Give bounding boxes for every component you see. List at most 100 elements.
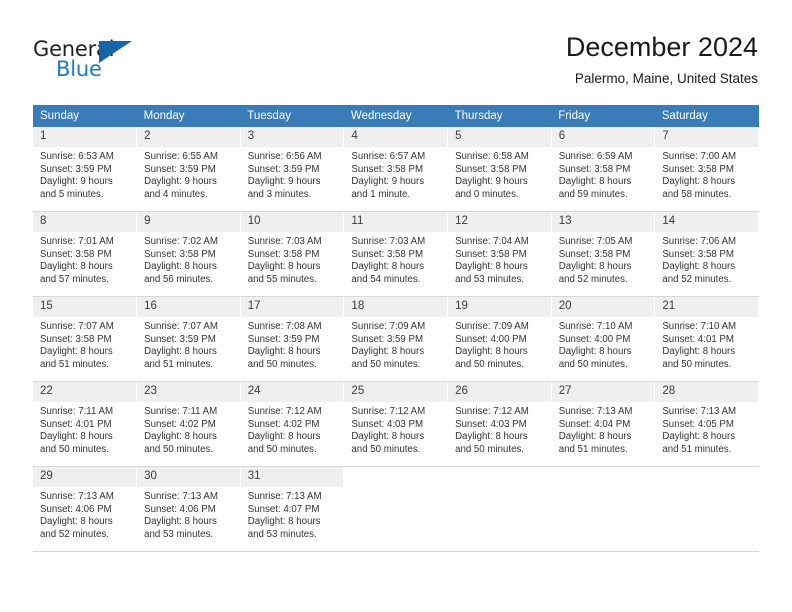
day-details: Sunrise: 6:57 AM Sunset: 3:58 PM Daylight:… — [344, 147, 447, 201]
day-number: 17 — [240, 297, 344, 317]
day-number: 7 — [655, 127, 758, 147]
day-cell[interactable]: 20 Sunrise: 7:10 AM Sunset: 4:00 PM Dayligh… — [551, 296, 656, 382]
daylight-text-line2: and 0 minutes. — [455, 188, 519, 200]
day-cell[interactable]: 6 Sunrise: 6:59 AM Sunset: 3:58 PM Daylight… — [551, 127, 656, 212]
sunset-text: Sunset: 3:58 PM — [455, 248, 527, 260]
title-block: December 2024 Palermo, Maine, United Sta… — [566, 30, 758, 89]
day-cell[interactable]: 14 Sunrise: 7:06 AM Sunset: 3:58 PM Dayligh… — [654, 211, 759, 297]
day-cell[interactable]: 9 Sunrise: 7:02 AM Sunset: 3:58 PM Daylight… — [136, 211, 241, 297]
daylight-text-line2: and 58 minutes. — [662, 188, 732, 200]
sunrise-text: Sunrise: 7:13 AM — [247, 491, 322, 502]
day-cell-empty — [551, 466, 656, 552]
daylight-text-line2: and 53 minutes. — [247, 528, 317, 540]
day-cell[interactable]: 7 Sunrise: 7:00 AM Sunset: 3:58 PM Daylight… — [654, 127, 759, 212]
day-number: 6 — [551, 127, 655, 147]
day-cell[interactable]: 2 Sunrise: 6:55 AM Sunset: 3:59 PM Daylight… — [136, 127, 241, 212]
day-number: 20 — [551, 297, 655, 317]
day-details: Sunrise: 6:59 AM Sunset: 3:58 PM Daylight:… — [552, 147, 655, 201]
sunset-text: Sunset: 3:58 PM — [40, 333, 112, 345]
day-number: 4 — [344, 127, 448, 147]
sunrise-text: Sunrise: 7:10 AM — [662, 321, 737, 332]
day-details: Sunrise: 7:13 AM Sunset: 4:07 PM Daylight:… — [241, 487, 344, 541]
sunrise-text: Sunrise: 6:59 AM — [558, 151, 633, 162]
day-cell[interactable]: 10 Sunrise: 7:03 AM Sunset: 3:58 PM Dayligh… — [240, 211, 345, 297]
day-cell[interactable]: 31 Sunrise: 7:13 AM Sunset: 4:07 PM Dayligh… — [240, 466, 345, 552]
sunset-text: Sunset: 4:01 PM — [662, 333, 734, 345]
daylight-text-line1: Daylight: 8 hours — [247, 346, 321, 358]
daylight-text-line2: and 53 minutes. — [455, 273, 524, 285]
day-cell[interactable]: 28 Sunrise: 7:13 AM Sunset: 4:05 PM Dayligh… — [654, 381, 759, 467]
day-cell[interactable]: 3 Sunrise: 6:56 AM Sunset: 3:59 PM Daylight… — [240, 127, 345, 212]
sunrise-text: Sunrise: 7:13 AM — [662, 406, 737, 417]
day-cell[interactable]: 19 Sunrise: 7:09 AM Sunset: 4:00 PM Dayligh… — [447, 296, 552, 382]
day-cell[interactable]: 21 Sunrise: 7:10 AM Sunset: 4:01 PM Dayligh… — [654, 296, 759, 382]
day-details: Sunrise: 7:09 AM Sunset: 3:59 PM Daylight:… — [344, 317, 447, 371]
day-cell-empty — [343, 466, 449, 552]
sunrise-text: Sunrise: 7:03 AM — [351, 236, 426, 247]
day-number: 15 — [33, 297, 137, 317]
day-details: Sunrise: 7:06 AM Sunset: 3:58 PM Daylight:… — [655, 232, 758, 286]
day-cell[interactable]: 15 Sunrise: 7:07 AM Sunset: 3:58 PM Dayligh… — [33, 296, 138, 382]
day-cell[interactable]: 11 Sunrise: 7:03 AM Sunset: 3:58 PM Dayligh… — [343, 211, 449, 297]
sunset-text: Sunset: 3:58 PM — [40, 248, 112, 260]
general-blue-logo[interactable]: General Blue — [33, 38, 153, 82]
day-cell[interactable]: 12 Sunrise: 7:04 AM Sunset: 3:58 PM Dayligh… — [447, 211, 552, 297]
day-cell[interactable]: 27 Sunrise: 7:13 AM Sunset: 4:04 PM Dayligh… — [551, 381, 656, 467]
daylight-text-line1: Daylight: 8 hours — [144, 346, 217, 358]
sunset-text: Sunset: 4:06 PM — [144, 503, 216, 515]
weekday-header-friday: Friday — [551, 105, 655, 127]
day-cell[interactable]: 4 Sunrise: 6:57 AM Sunset: 3:58 PM Daylight… — [343, 127, 449, 212]
sunrise-text: Sunrise: 6:55 AM — [144, 151, 218, 162]
calendar-week-row: 1 Sunrise: 6:53 AM Sunset: 3:59 PM Daylight… — [33, 127, 759, 212]
daylight-text-line2: and 56 minutes. — [144, 273, 214, 285]
sunrise-text: Sunrise: 6:58 AM — [455, 151, 529, 162]
day-details — [448, 487, 551, 491]
daylight-text-line2: and 1 minute. — [351, 188, 411, 200]
day-number: 27 — [551, 382, 655, 402]
day-cell[interactable]: 18 Sunrise: 7:09 AM Sunset: 3:59 PM Dayligh… — [343, 296, 449, 382]
day-number: 30 — [137, 467, 240, 487]
daylight-text-line1: Daylight: 8 hours — [662, 261, 736, 273]
day-cell[interactable]: 17 Sunrise: 7:08 AM Sunset: 3:59 PM Dayligh… — [240, 296, 345, 382]
sunrise-text: Sunrise: 7:06 AM — [662, 236, 737, 247]
sunset-text: Sunset: 3:59 PM — [247, 163, 320, 175]
day-cell[interactable]: 29 Sunrise: 7:13 AM Sunset: 4:06 PM Dayligh… — [33, 466, 138, 552]
daylight-text-line1: Daylight: 8 hours — [558, 261, 632, 273]
sunset-text: Sunset: 4:02 PM — [144, 418, 216, 430]
day-cell[interactable]: 23 Sunrise: 7:11 AM Sunset: 4:02 PM Dayligh… — [136, 381, 241, 467]
sunrise-text: Sunrise: 7:11 AM — [40, 406, 114, 417]
day-cell[interactable]: 1 Sunrise: 6:53 AM Sunset: 3:59 PM Daylight… — [33, 127, 138, 212]
day-cell[interactable]: 16 Sunrise: 7:07 AM Sunset: 3:59 PM Dayligh… — [136, 296, 241, 382]
sunrise-text: Sunrise: 7:12 AM — [455, 406, 529, 417]
daylight-text-line1: Daylight: 8 hours — [351, 261, 425, 273]
day-cell[interactable]: 8 Sunrise: 7:01 AM Sunset: 3:58 PM Daylight… — [33, 211, 138, 297]
day-cell[interactable]: 22 Sunrise: 7:11 AM Sunset: 4:01 PM Dayligh… — [33, 381, 138, 467]
calendar-week-row: 8 Sunrise: 7:01 AM Sunset: 3:58 PM Daylight… — [33, 211, 759, 297]
sunrise-text: Sunrise: 7:04 AM — [455, 236, 529, 247]
sunrise-text: Sunrise: 7:00 AM — [662, 151, 737, 162]
day-cell[interactable]: 24 Sunrise: 7:12 AM Sunset: 4:02 PM Dayligh… — [240, 381, 345, 467]
day-cell[interactable]: 25 Sunrise: 7:12 AM Sunset: 4:03 PM Dayligh… — [343, 381, 449, 467]
day-cell[interactable]: 30 Sunrise: 7:13 AM Sunset: 4:06 PM Dayligh… — [136, 466, 241, 552]
day-details: Sunrise: 7:13 AM Sunset: 4:06 PM Daylight:… — [137, 487, 240, 541]
day-details — [344, 487, 447, 491]
day-number: 8 — [33, 212, 137, 232]
daylight-text-line2: and 54 minutes. — [351, 273, 421, 285]
day-cell[interactable]: 5 Sunrise: 6:58 AM Sunset: 3:58 PM Daylight… — [447, 127, 552, 212]
day-details: Sunrise: 7:13 AM Sunset: 4:05 PM Daylight:… — [655, 402, 758, 456]
daylight-text-line1: Daylight: 8 hours — [351, 431, 425, 443]
day-number: 1 — [33, 127, 137, 147]
day-details — [552, 487, 655, 491]
calendar-week-row: 22 Sunrise: 7:11 AM Sunset: 4:01 PM Dayligh… — [33, 381, 759, 467]
daylight-text-line2: and 57 minutes. — [40, 273, 109, 285]
sunset-text: Sunset: 3:58 PM — [351, 248, 424, 260]
daylight-text-line1: Daylight: 8 hours — [247, 516, 321, 528]
day-number: 2 — [137, 127, 240, 147]
daylight-text-line1: Daylight: 8 hours — [558, 346, 632, 358]
daylight-text-line1: Daylight: 8 hours — [144, 431, 217, 443]
day-cell[interactable]: 13 Sunrise: 7:05 AM Sunset: 3:58 PM Dayligh… — [551, 211, 656, 297]
day-cell[interactable]: 26 Sunrise: 7:12 AM Sunset: 4:03 PM Dayligh… — [447, 381, 552, 467]
sunrise-text: Sunrise: 7:13 AM — [558, 406, 633, 417]
sunrise-text: Sunrise: 6:56 AM — [247, 151, 322, 162]
sunrise-text: Sunrise: 7:13 AM — [144, 491, 218, 502]
